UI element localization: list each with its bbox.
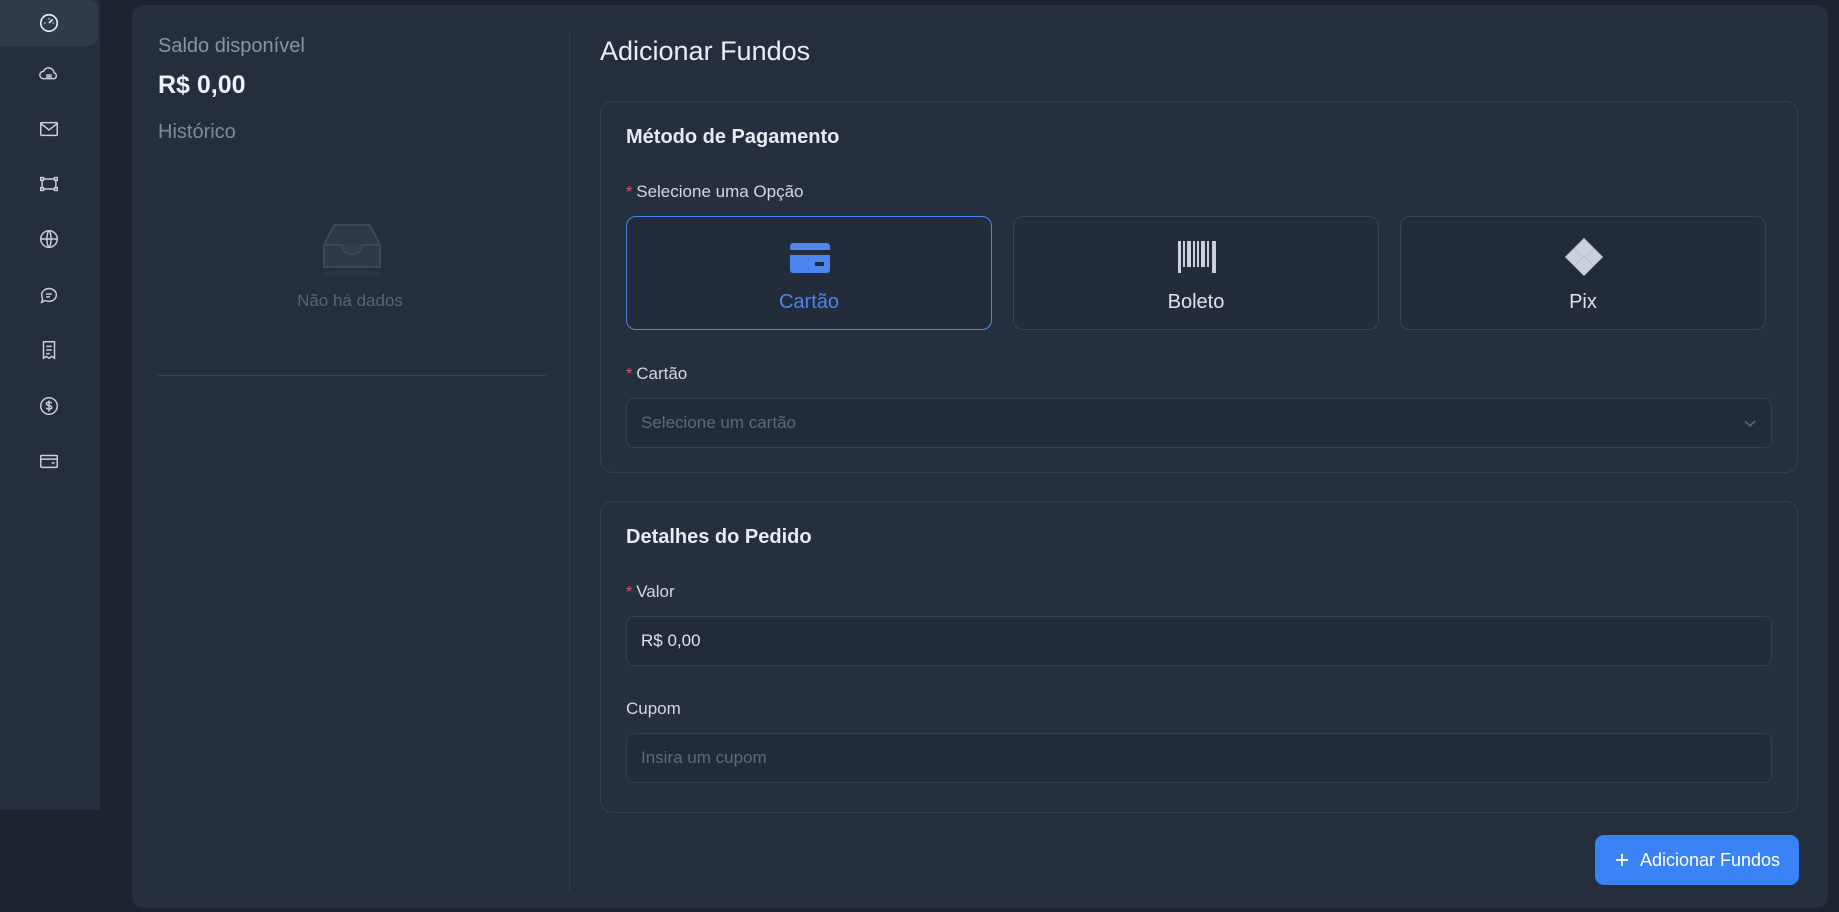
nav-chat[interactable] <box>0 272 98 318</box>
value-field-label: * Valor <box>626 582 675 602</box>
card-field-label-text: Cartão <box>636 364 688 383</box>
required-marker: * <box>626 584 633 601</box>
wallet-icon <box>40 454 58 469</box>
empty-history-text: Não há dados <box>297 291 403 310</box>
left-divider <box>158 375 546 376</box>
nav-wallet[interactable] <box>0 438 98 484</box>
option-label-text: Selecione uma Opção <box>636 182 804 201</box>
coupon-input[interactable]: Insira um cupom <box>626 733 1772 783</box>
value-field-label-text: Valor <box>636 582 675 601</box>
barcode-icon <box>1178 241 1216 273</box>
value-input-text: R$ 0,00 <box>641 631 701 650</box>
card-field-label: * Cartão <box>626 364 687 384</box>
history-title: Histórico <box>158 121 236 143</box>
payment-option-boleto[interactable]: Boleto <box>1013 216 1379 330</box>
balance-label: Saldo disponível <box>158 35 305 57</box>
credit-card-icon <box>790 243 830 273</box>
nav-dashboard[interactable] <box>0 0 98 46</box>
payment-method-title: Método de Pagamento <box>626 126 840 148</box>
order-details-title: Detalhes do Pedido <box>626 526 812 548</box>
dollar-icon <box>40 397 58 415</box>
nav-mail[interactable] <box>0 106 98 152</box>
payment-option-card[interactable]: Cartão <box>626 216 992 330</box>
value-input[interactable]: R$ 0,00 <box>626 616 1772 666</box>
coupon-input-placeholder: Insira um cupom <box>641 748 767 767</box>
payment-option-boleto-label: Boleto <box>1167 291 1225 313</box>
card-select[interactable]: Selecione um cartão <box>626 398 1772 448</box>
column-divider <box>569 31 570 891</box>
coupon-field-label: Cupom <box>626 699 681 718</box>
plus-icon <box>1615 854 1628 866</box>
sidebar <box>0 0 100 810</box>
globe-icon <box>40 230 58 248</box>
empty-inbox-icon <box>322 224 382 276</box>
main-card: Saldo disponível R$ 0,00 Histórico Não h… <box>132 5 1828 908</box>
add-funds-button[interactable]: Adicionar Fundos <box>1595 835 1799 885</box>
nodes-icon <box>40 176 58 192</box>
cloud-network-icon <box>39 67 58 80</box>
required-marker: * <box>626 184 633 201</box>
required-marker: * <box>626 366 633 383</box>
chevron-down-icon <box>1744 420 1756 428</box>
payment-option-card-label: Cartão <box>778 291 840 313</box>
nav-nodes[interactable] <box>0 161 98 207</box>
mail-icon <box>40 121 58 137</box>
dashboard-icon <box>39 13 59 33</box>
page-title: Adicionar Fundos <box>600 36 811 66</box>
balance-value: R$ 0,00 <box>158 71 246 99</box>
receipt-icon <box>42 341 56 360</box>
option-label: * Selecione uma Opção <box>626 182 804 202</box>
nav-billing[interactable] <box>0 383 98 429</box>
nav-cloud[interactable] <box>0 52 98 98</box>
card-select-placeholder: Selecione um cartão <box>641 413 796 432</box>
chat-icon <box>40 287 58 304</box>
nav-invoices[interactable] <box>0 327 98 373</box>
payment-option-pix[interactable]: Pix <box>1400 216 1766 330</box>
order-details-section: Detalhes do Pedido * Valor R$ 0,00 Cupom … <box>600 501 1798 813</box>
pix-icon <box>1565 238 1603 276</box>
add-funds-button-label: Adicionar Fundos <box>1639 849 1781 870</box>
nav-globe[interactable] <box>0 216 98 262</box>
payment-option-pix-label: Pix <box>1569 291 1597 313</box>
payment-method-section: Método de Pagamento * Selecione uma Opção… <box>600 101 1798 473</box>
